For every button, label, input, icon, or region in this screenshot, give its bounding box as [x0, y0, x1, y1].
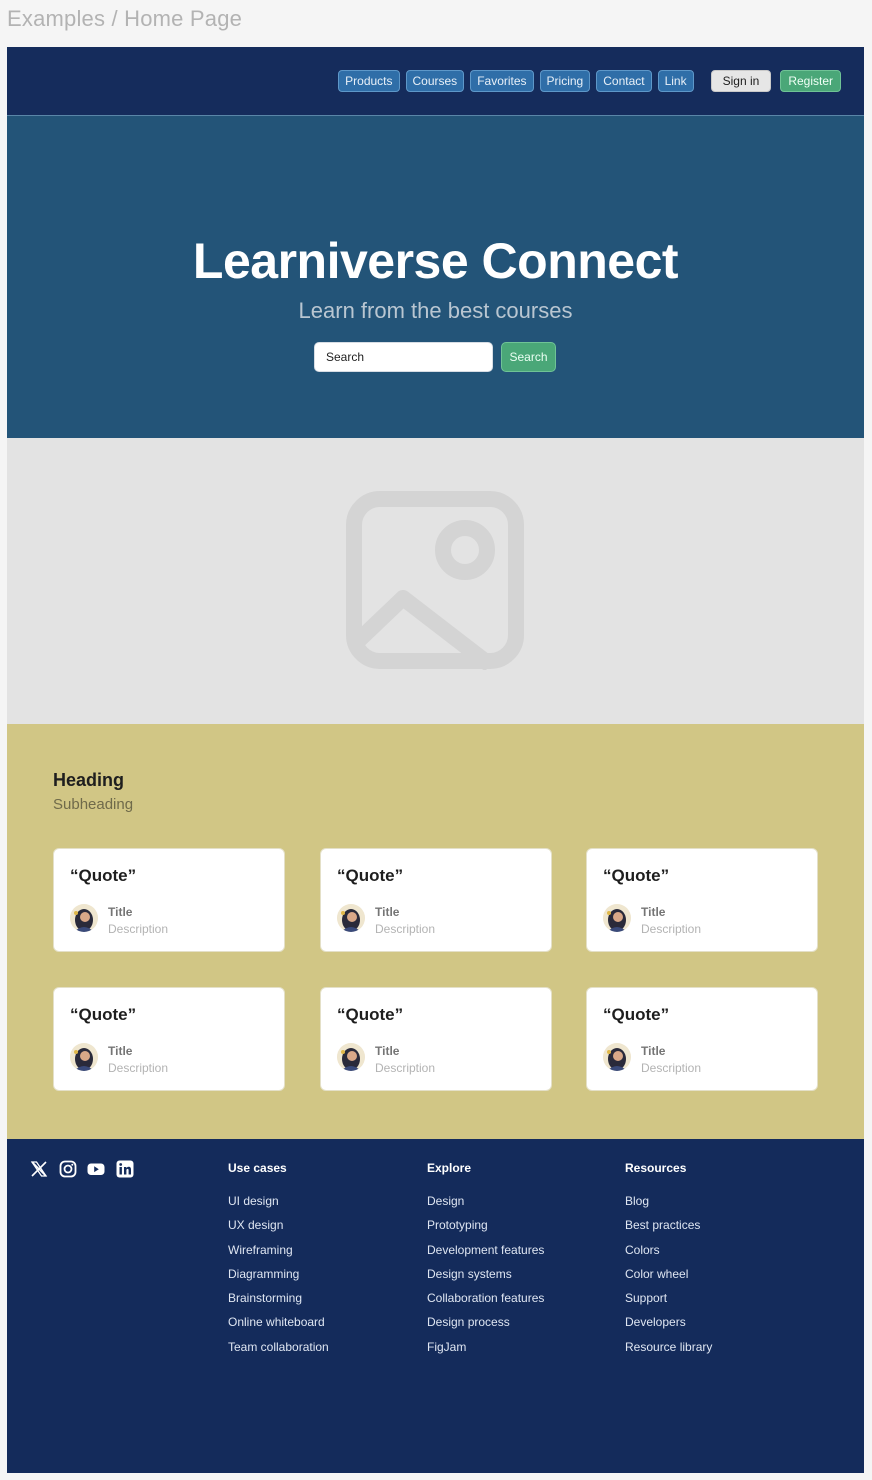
- footer-link[interactable]: Developers: [625, 1315, 712, 1329]
- nav-favorites-button[interactable]: Favorites: [470, 70, 534, 92]
- youtube-icon[interactable]: [87, 1160, 105, 1178]
- footer-link[interactable]: Resource library: [625, 1340, 712, 1354]
- testimonial-card: “Quote” Title Description: [53, 848, 285, 952]
- testimonial-card: “Quote” Title Description: [53, 987, 285, 1091]
- section-heading: Heading: [53, 770, 125, 790]
- page-frame: Products Courses Favorites Pricing Conta…: [7, 47, 864, 1473]
- footer-link[interactable]: UI design: [228, 1194, 329, 1208]
- image-placeholder: [7, 438, 864, 724]
- footer-column-resources: Resources Blog Best practices Colors Col…: [625, 1161, 712, 1364]
- avatar: [70, 1043, 98, 1071]
- card-description: Description: [108, 922, 169, 936]
- footer: Use cases UI design UX design Wireframin…: [7, 1139, 864, 1473]
- hero-subtitle: Learn from the best courses: [298, 298, 573, 323]
- card-description: Description: [375, 1061, 436, 1075]
- nav-contact-button[interactable]: Contact: [596, 70, 652, 92]
- hero-title: Learniverse Connect: [192, 233, 679, 289]
- register-button[interactable]: Register: [780, 70, 841, 92]
- avatar: [603, 1043, 631, 1071]
- footer-link[interactable]: Brainstorming: [228, 1291, 329, 1305]
- card-description: Description: [108, 1061, 169, 1075]
- hero-section: Learniverse Connect Learn from the best …: [7, 116, 864, 438]
- nav-items: Products Courses Favorites Pricing Conta…: [332, 70, 841, 92]
- testimonial-card: “Quote” Title Description: [320, 987, 552, 1091]
- footer-link[interactable]: Design process: [427, 1315, 544, 1329]
- x-icon[interactable]: [30, 1160, 48, 1178]
- card-title: Title: [375, 1044, 400, 1058]
- footer-link[interactable]: Online whiteboard: [228, 1315, 329, 1329]
- testimonial-card: “Quote” Title Description: [320, 848, 552, 952]
- avatar: [603, 904, 631, 932]
- quote-text: “Quote”: [603, 1005, 670, 1024]
- footer-link[interactable]: Colors: [625, 1243, 712, 1257]
- footer-link[interactable]: Development features: [427, 1243, 544, 1257]
- footer-link[interactable]: Wireframing: [228, 1243, 329, 1257]
- section-subheading: Subheading: [53, 796, 134, 813]
- footer-column-explore: Explore Design Prototyping Development f…: [427, 1161, 544, 1364]
- footer-column-heading: Explore: [427, 1161, 472, 1175]
- footer-column-use-cases: Use cases UI design UX design Wireframin…: [228, 1161, 329, 1364]
- footer-link[interactable]: Prototyping: [427, 1218, 544, 1232]
- quote-text: “Quote”: [70, 1005, 137, 1024]
- card-description: Description: [375, 922, 436, 936]
- top-navigation: Products Courses Favorites Pricing Conta…: [7, 47, 864, 116]
- card-title: Title: [641, 1044, 666, 1058]
- footer-link[interactable]: Collaboration features: [427, 1291, 544, 1305]
- breadcrumb: Examples / Home Page: [7, 6, 243, 31]
- instagram-icon[interactable]: [59, 1160, 77, 1178]
- linkedin-icon[interactable]: [116, 1160, 134, 1178]
- footer-link[interactable]: Design systems: [427, 1267, 544, 1281]
- nav-link-button[interactable]: Link: [657, 70, 694, 92]
- footer-link[interactable]: Blog: [625, 1194, 712, 1208]
- footer-link[interactable]: Design: [427, 1194, 544, 1208]
- sign-in-button[interactable]: Sign in: [710, 70, 772, 92]
- footer-link[interactable]: Best practices: [625, 1218, 712, 1232]
- footer-link[interactable]: FigJam: [427, 1340, 544, 1354]
- footer-link[interactable]: Diagramming: [228, 1267, 329, 1281]
- footer-column-heading: Use cases: [228, 1161, 287, 1175]
- quote-text: “Quote”: [603, 866, 670, 885]
- card-title: Title: [108, 1044, 133, 1058]
- card-title: Title: [108, 905, 133, 919]
- testimonial-card: “Quote” Title Description: [586, 987, 818, 1091]
- nav-pricing-button[interactable]: Pricing: [539, 70, 591, 92]
- image-placeholder-icon: [346, 491, 524, 670]
- footer-column-heading: Resources: [625, 1161, 687, 1175]
- avatar: [337, 904, 365, 932]
- quote-text: “Quote”: [337, 1005, 404, 1024]
- social-links: [30, 1160, 144, 1178]
- card-title: Title: [641, 905, 666, 919]
- avatar: [337, 1043, 365, 1071]
- search-input[interactable]: Search: [314, 342, 493, 372]
- testimonials-section: Heading Subheading “Quote” Title Descrip…: [7, 724, 864, 1139]
- footer-link[interactable]: Color wheel: [625, 1267, 712, 1281]
- footer-link[interactable]: UX design: [228, 1218, 329, 1232]
- card-description: Description: [641, 1061, 702, 1075]
- avatar: [70, 904, 98, 932]
- testimonial-card: “Quote” Title Description: [586, 848, 818, 952]
- hero-search: Search Search: [314, 342, 556, 372]
- nav-products-button[interactable]: Products: [338, 70, 400, 92]
- quote-text: “Quote”: [70, 866, 137, 885]
- footer-link[interactable]: Support: [625, 1291, 712, 1305]
- card-description: Description: [641, 922, 702, 936]
- footer-link[interactable]: Team collaboration: [228, 1340, 329, 1354]
- search-button[interactable]: Search: [501, 342, 556, 372]
- quote-text: “Quote”: [337, 866, 404, 885]
- card-title: Title: [375, 905, 400, 919]
- nav-courses-button[interactable]: Courses: [405, 70, 465, 92]
